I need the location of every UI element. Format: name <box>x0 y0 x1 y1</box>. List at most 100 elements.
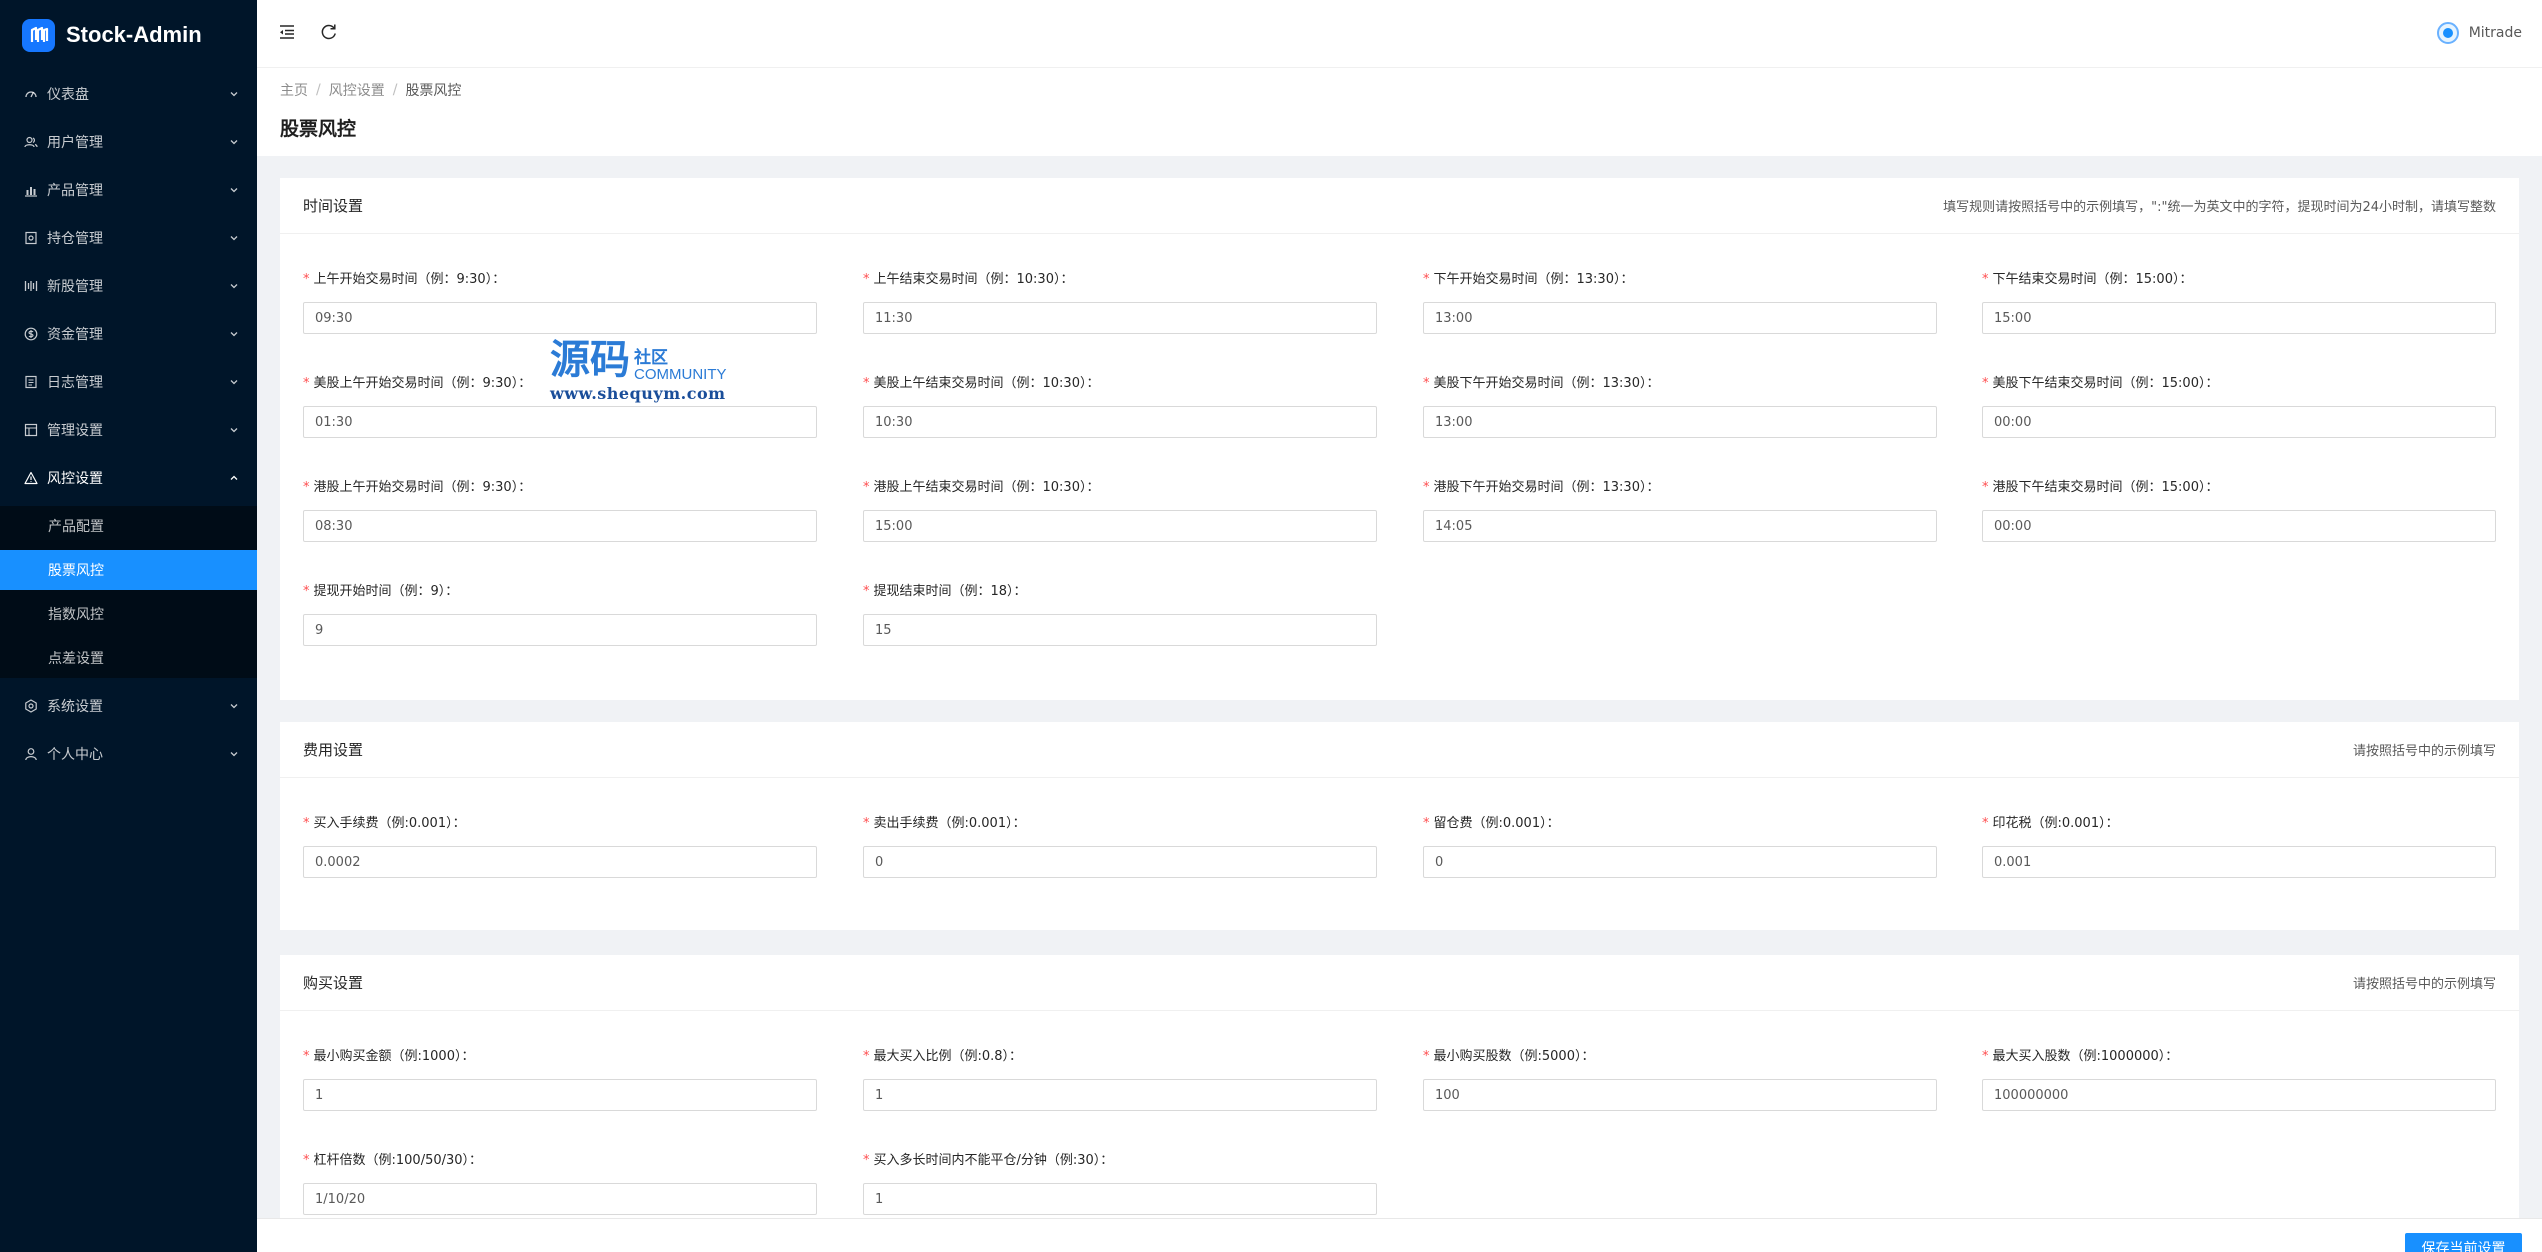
min-buy-shares-input[interactable] <box>1423 1079 1937 1111</box>
sidebar-item-product-config[interactable]: 产品配置 <box>0 506 257 546</box>
sidebar-item-label: 日志管理 <box>47 375 103 391</box>
sidebar-item-new-stock[interactable]: 新股管理 <box>0 262 257 310</box>
max-buy-shares-input[interactable] <box>1982 1079 2496 1111</box>
page-title: 股票风控 <box>280 118 357 140</box>
person-icon <box>24 747 38 761</box>
sidebar: Stock-Admin 仪表盘 用户管理 产品管理 持仓管理 新股管理 资金管理… <box>0 0 257 1252</box>
form-field: * 美股下午开始交易时间（例：13:30）： <box>1423 374 1937 438</box>
field-label: * 最大买入股数（例:1000000）： <box>1982 1047 2496 1067</box>
top-header: Mitrade <box>257 0 2542 68</box>
sidebar-item-label: 持仓管理 <box>47 231 103 247</box>
sidebar-item-system-settings[interactable]: 系统设置 <box>0 682 257 730</box>
menu-fold-icon[interactable] <box>277 22 299 44</box>
watermark-big-text: 源码 <box>550 336 630 383</box>
breadcrumb-home[interactable]: 主页 <box>280 80 308 100</box>
reload-icon[interactable] <box>319 22 341 44</box>
sidebar-item-label: 仪表盘 <box>47 87 89 103</box>
sidebar-item-products[interactable]: 产品管理 <box>0 166 257 214</box>
field-label: * 港股下午开始交易时间（例：13:30）： <box>1423 478 1937 498</box>
sidebar-item-label: 资金管理 <box>47 327 103 343</box>
user-menu[interactable]: Mitrade <box>2436 22 2522 44</box>
sidebar-item-risk-settings[interactable]: 风控设置 <box>0 454 257 502</box>
sidebar-item-users[interactable]: 用户管理 <box>0 118 257 166</box>
field-label: * 买入多长时间内不能平仓/分钟（例:30）： <box>863 1151 1377 1171</box>
chevron-down-icon <box>229 701 239 711</box>
chevron-down-icon <box>229 185 239 195</box>
sidebar-item-personal-center[interactable]: 个人中心 <box>0 730 257 778</box>
field-label-text: 港股上午开始交易时间（例：9:30）： <box>313 480 532 495</box>
card-title: 购买设置 <box>303 974 364 992</box>
required-mark: * <box>1423 272 1430 287</box>
watermark-en-text: COMMUNITY <box>634 366 727 383</box>
chevron-down-icon <box>229 233 239 243</box>
sidebar-menu: 仪表盘 用户管理 产品管理 持仓管理 新股管理 资金管理 日志管理 管理设置 风… <box>0 70 257 778</box>
field-label-text: 美股上午开始交易时间（例：9:30）： <box>313 376 532 391</box>
overnight-fee-input[interactable] <box>1423 846 1937 878</box>
form-field: * 最大买入股数（例:1000000）： <box>1982 1047 2496 1111</box>
stamp-duty-input[interactable] <box>1982 846 2496 878</box>
field-label-text: 卖出手续费（例:0.001）： <box>873 816 1026 831</box>
sidebar-item-funds[interactable]: 资金管理 <box>0 310 257 358</box>
field-label-text: 印花税（例:0.001）： <box>1992 816 2119 831</box>
required-mark: * <box>1423 376 1430 391</box>
required-mark: * <box>1423 480 1430 495</box>
field-label-text: 港股下午开始交易时间（例：13:30）： <box>1433 480 1660 495</box>
am-end-time-input[interactable] <box>863 302 1377 334</box>
form-field: * 最大买入比例（例:0.8）： <box>863 1047 1377 1111</box>
field-label-text: 留仓费（例:0.001）： <box>1433 816 1560 831</box>
chevron-down-icon <box>229 377 239 387</box>
us-pm-end-time-input[interactable] <box>1982 406 2496 438</box>
sidebar-item-spread-settings[interactable]: 点差设置 <box>0 638 257 678</box>
hk-pm-end-time-input[interactable] <box>1982 510 2496 542</box>
pm-end-time-input[interactable] <box>1982 302 2496 334</box>
required-mark: * <box>863 480 870 495</box>
sidebar-item-positions[interactable]: 持仓管理 <box>0 214 257 262</box>
withdraw-start-time-input[interactable] <box>303 614 817 646</box>
field-label: * 印花税（例:0.001）： <box>1982 814 2496 834</box>
field-label: * 买入手续费（例:0.001）： <box>303 814 817 834</box>
pm-start-time-input[interactable] <box>1423 302 1937 334</box>
buy-fee-input[interactable] <box>303 846 817 878</box>
card-header: 费用设置 请按照括号中的示例填写 <box>280 722 2519 778</box>
am-start-time-input[interactable] <box>303 302 817 334</box>
sidebar-item-stock-risk[interactable]: 股票风控 <box>0 550 257 590</box>
leverage-input[interactable] <box>303 1183 817 1215</box>
field-label: * 下午结束交易时间（例：15:00）： <box>1982 270 2496 290</box>
required-mark: * <box>1982 376 1989 391</box>
field-label-text: 最小购买股数（例:5000）： <box>1433 1049 1595 1064</box>
form-field: * 买入多长时间内不能平仓/分钟（例:30）： <box>863 1151 1377 1215</box>
us-am-start-time-input[interactable] <box>303 406 817 438</box>
sidebar-item-label: 新股管理 <box>47 279 103 295</box>
field-label: * 美股下午开始交易时间（例：13:30）： <box>1423 374 1937 394</box>
breadcrumb: 主页 / 风控设置 / 股票风控 <box>280 80 2519 100</box>
us-am-end-time-input[interactable] <box>863 406 1377 438</box>
sidebar-item-label: 个人中心 <box>47 747 103 763</box>
sidebar-item-index-risk[interactable]: 指数风控 <box>0 594 257 634</box>
sidebar-item-admin-settings[interactable]: 管理设置 <box>0 406 257 454</box>
save-settings-button[interactable]: 保存当前设置 <box>2405 1233 2522 1252</box>
hk-am-start-time-input[interactable] <box>303 510 817 542</box>
risk-settings-submenu: 产品配置 股票风控 指数风控 点差设置 <box>0 506 257 678</box>
card-header: 购买设置 请按照括号中的示例填写 <box>280 955 2519 1011</box>
card-title: 时间设置 <box>303 197 364 215</box>
sidebar-item-dashboard[interactable]: 仪表盘 <box>0 70 257 118</box>
log-icon <box>24 375 38 389</box>
required-mark: * <box>303 584 310 599</box>
logo[interactable]: Stock-Admin <box>0 0 257 70</box>
sidebar-item-logs[interactable]: 日志管理 <box>0 358 257 406</box>
min-buy-amount-input[interactable] <box>303 1079 817 1111</box>
withdraw-end-time-input[interactable] <box>863 614 1377 646</box>
hk-am-end-time-input[interactable] <box>863 510 1377 542</box>
us-pm-start-time-input[interactable] <box>1423 406 1937 438</box>
sell-fee-input[interactable] <box>863 846 1377 878</box>
field-label-text: 港股下午结束交易时间（例：15:00）： <box>1992 480 2219 495</box>
new-stock-icon <box>24 279 38 293</box>
breadcrumb-risk-settings[interactable]: 风控设置 <box>329 80 385 100</box>
hk-pm-start-time-input[interactable] <box>1423 510 1937 542</box>
max-buy-ratio-input[interactable] <box>863 1079 1377 1111</box>
no-close-minutes-input[interactable] <box>863 1183 1377 1215</box>
required-mark: * <box>1982 272 1989 287</box>
dashboard-icon <box>24 87 38 101</box>
breadcrumb-current: 股票风控 <box>405 83 462 99</box>
field-label-text: 下午结束交易时间（例：15:00）： <box>1992 272 2193 287</box>
